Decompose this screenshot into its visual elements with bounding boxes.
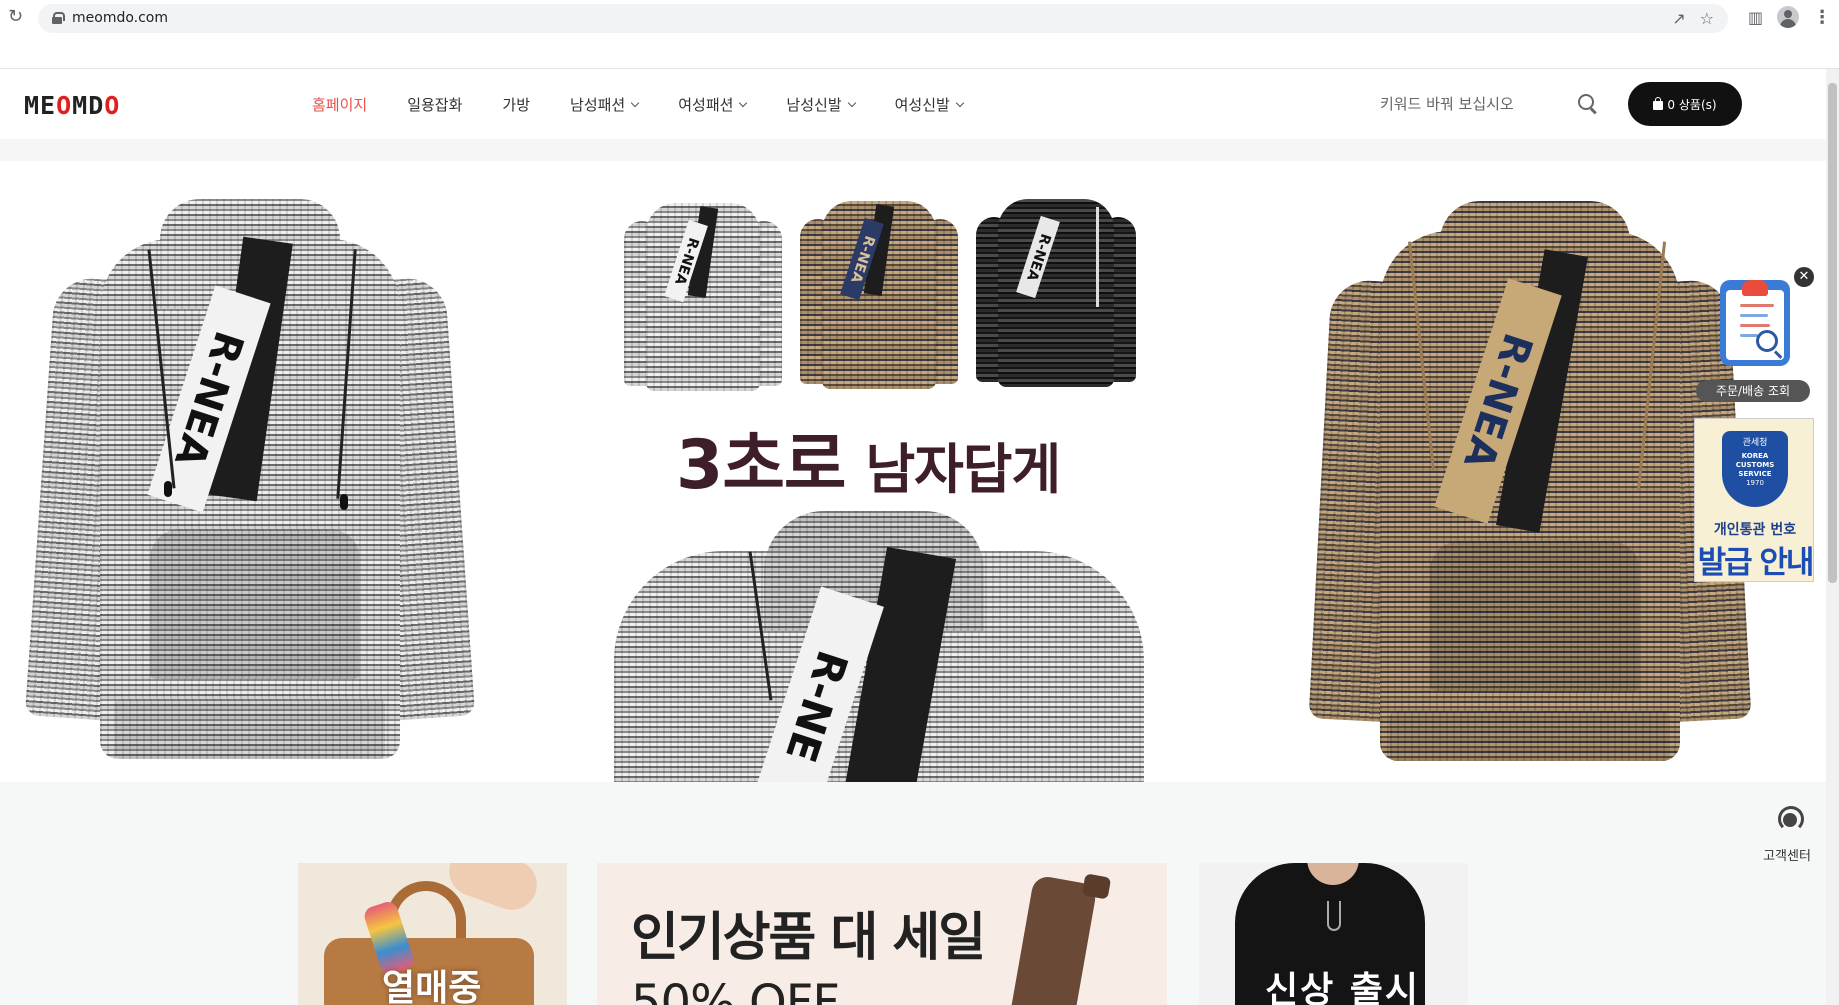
- promo-card-bags[interactable]: 열매중: [298, 863, 567, 1005]
- boot-image: [1010, 874, 1098, 1005]
- hero-banner[interactable]: R-NEA R-NEA R-NEA R-NEA 3초로 남자답게 R-NE R-…: [0, 161, 1826, 782]
- nav-item-bags[interactable]: 가방: [502, 94, 530, 115]
- grey-sweater-image: R-NEA: [24, 199, 476, 759]
- promo-bags-label: 열매중: [382, 968, 482, 1005]
- share-icon[interactable]: ↗: [1672, 9, 1685, 28]
- page-scrollbar[interactable]: [1826, 69, 1839, 1005]
- search-input[interactable]: [1380, 89, 1610, 119]
- order-lookup-widget[interactable]: [1712, 270, 1796, 370]
- chevron-down-icon: [739, 98, 748, 107]
- promo-section: 열매중 인기상품 대 세일 50% OFF 신상 출시: [0, 782, 1826, 1005]
- bookmark-star-icon[interactable]: ☆: [1700, 9, 1714, 28]
- grey-sweater-closeup: R-NE: [614, 511, 1144, 782]
- profile-avatar-icon[interactable]: [1777, 6, 1800, 28]
- sale-subtitle: 50% OFF: [631, 975, 840, 1005]
- promo-new-label: 신상 출시: [1265, 970, 1421, 1005]
- customer-center-label[interactable]: 고객센터: [1752, 845, 1822, 864]
- clipboard-icon: [1720, 280, 1790, 366]
- nav-item-mens-shoes[interactable]: 남성신발: [786, 94, 856, 115]
- grey-sweater-thumbnail: R-NEA: [624, 191, 782, 391]
- nav-item-womens-shoes[interactable]: 여성신발: [895, 94, 965, 115]
- nav-item-mens-fashion[interactable]: 남성패션: [570, 94, 640, 115]
- customs-line-1: 개인통관 번호: [1713, 522, 1797, 538]
- cart-label: 0 상품(s): [1667, 97, 1717, 112]
- search-icon[interactable]: [1578, 94, 1598, 114]
- side-panel-icon[interactable]: ▥: [1748, 8, 1763, 27]
- hero-headline: 3초로 남자답게: [676, 409, 1061, 508]
- tan-sweater-thumbnail: R-NEA: [800, 189, 958, 389]
- promo-card-new-arrivals[interactable]: 신상 출시: [1199, 863, 1468, 1005]
- cart-button[interactable]: 0 상품(s): [1628, 82, 1742, 126]
- tan-sweater-image: R-NEA: [1308, 201, 1752, 761]
- browser-toolbar: ↻ meomdo.com ↗ ☆ ▥ ⋮: [0, 0, 1839, 38]
- nav-item-home[interactable]: 홈페이지: [312, 94, 367, 115]
- menu-kebab-icon[interactable]: ⋮: [1813, 7, 1831, 28]
- site-header: MEOMDO 홈페이지 일용잡화 가방 남성패션 여성패션 남성신발 여성신발 …: [0, 69, 1826, 139]
- url-text[interactable]: meomdo.com: [72, 10, 168, 26]
- customs-shield-icon: 관세청 KOREA CUSTOMS SERVICE 1970: [1722, 431, 1788, 507]
- address-bar[interactable]: meomdo.com ↗ ☆: [38, 4, 1728, 33]
- chevron-down-icon: [847, 98, 856, 107]
- nav-item-daily-goods[interactable]: 일용잡화: [407, 94, 462, 115]
- scrollbar-thumb[interactable]: [1828, 83, 1837, 583]
- nav-item-womens-fashion[interactable]: 여성패션: [678, 94, 748, 115]
- promo-card-sale[interactable]: 인기상품 대 세일 50% OFF: [597, 863, 1167, 1005]
- shopping-bag-icon: [1653, 96, 1664, 110]
- customs-line-2: 발급 안내: [1697, 545, 1815, 581]
- hero-headline-main: 3초로: [676, 426, 846, 505]
- sale-title: 인기상품 대 세일: [631, 908, 986, 968]
- main-nav: 홈페이지 일용잡화 가방 남성패션 여성패션 남성신발 여성신발: [312, 94, 1003, 115]
- headset-icon[interactable]: [1775, 804, 1805, 834]
- site-logo[interactable]: MEOMDO: [24, 91, 120, 120]
- hero-headline-sub: 남자답게: [865, 438, 1061, 501]
- chevron-down-icon: [630, 98, 640, 107]
- header-spacer: [0, 139, 1826, 161]
- magnifier-icon: [1756, 330, 1778, 352]
- lock-icon: [52, 12, 65, 24]
- order-lookup-label[interactable]: 주문/배송 조회: [1696, 380, 1810, 402]
- black-sweater-thumbnail: R-NEA: [976, 187, 1136, 387]
- customs-notice-banner[interactable]: 관세청 KOREA CUSTOMS SERVICE 1970 개인통관 번호 발…: [1694, 418, 1814, 582]
- close-icon[interactable]: ✕: [1794, 267, 1814, 287]
- reload-icon[interactable]: ↻: [8, 8, 26, 26]
- chevron-down-icon: [955, 98, 965, 107]
